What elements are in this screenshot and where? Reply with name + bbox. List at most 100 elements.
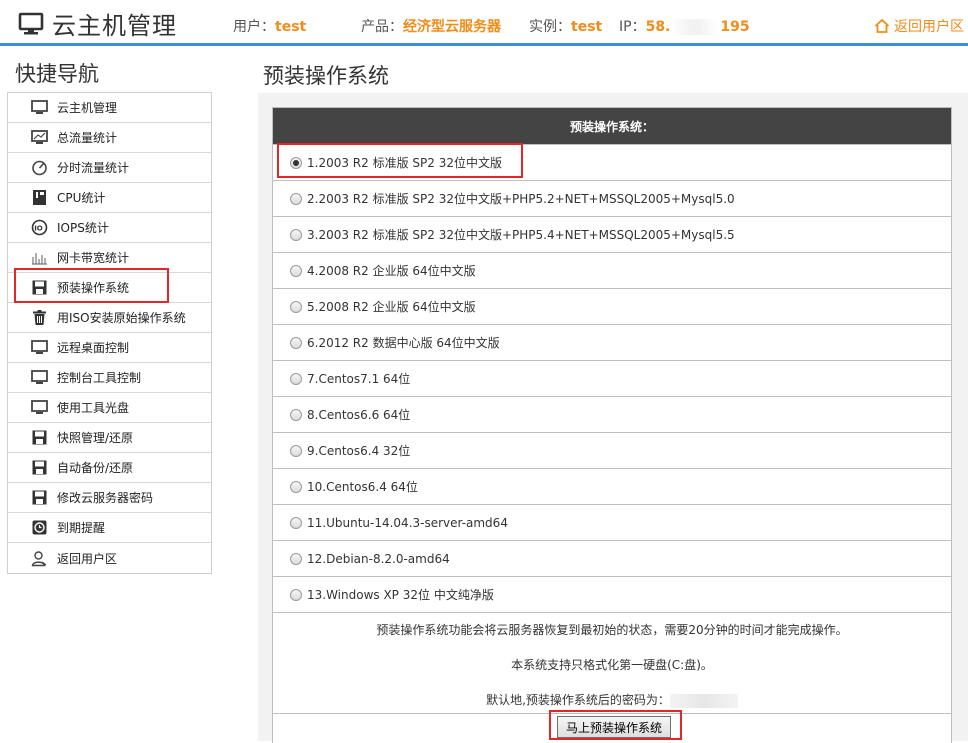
monitor-icon: [31, 370, 48, 384]
sidebar-item-total-traffic[interactable]: 总流量统计: [8, 123, 211, 153]
os-option-label: 4.2008 R2 企业版 64位中文版: [307, 264, 476, 278]
note-default-password: 默认地,预装操作系统后的密码为：: [273, 691, 951, 708]
floppy-icon: [32, 490, 47, 505]
os-option[interactable]: 4.2008 R2 企业版 64位中文版: [273, 252, 951, 288]
os-option[interactable]: 12.Debian-8.2.0-amd64: [273, 540, 951, 576]
action-row: 马上预装操作系统: [273, 713, 951, 743]
os-option-label: 8.Centos6.6 64位: [307, 408, 411, 422]
user-info: 用户：test: [233, 16, 306, 36]
sidebar-item-cpu-stats[interactable]: CPU统计: [8, 183, 211, 213]
sidebar-item-label: 云主机管理: [57, 101, 118, 115]
os-option-label: 10.Centos6.4 64位: [307, 480, 418, 494]
os-option-label: 6.2012 R2 数据中心版 64位中文版: [307, 336, 500, 350]
radio-button[interactable]: [290, 480, 302, 493]
os-option-label: 9.Centos6.4 32位: [307, 444, 411, 458]
sidebar-item-tool-disc[interactable]: 使用工具光盘: [8, 393, 211, 423]
note-restore-warning: 预装操作系统功能会将云服务器恢复到最初始的状态，需要20分钟的时间才能完成操作。: [376, 623, 848, 637]
sidebar-item-vm-management[interactable]: 云主机管理: [8, 93, 211, 123]
sidebar-item-auto-backup[interactable]: 自动备份/还原: [8, 453, 211, 483]
instance-info: 实例：test: [529, 16, 602, 36]
monitor-icon: [31, 340, 48, 354]
ip-redaction: [672, 19, 719, 35]
os-option-label: 5.2008 R2 企业版 64位中文版: [307, 300, 476, 314]
cpu-icon: [33, 190, 46, 205]
os-option[interactable]: 11.Ubuntu-14.04.3-server-amd64: [273, 504, 951, 540]
sidebar-item-iops-stats[interactable]: IO IOPS统计: [8, 213, 211, 243]
os-option[interactable]: 3.2003 R2 标准版 SP2 32位中文版+PHP5.4+NET+MSSQ…: [273, 216, 951, 252]
radio-button[interactable]: [290, 300, 302, 313]
sidebar-item-label: 用ISO安装原始操作系统: [57, 311, 186, 325]
os-option-label: 13.Windows XP 32位 中文纯净版: [307, 588, 494, 602]
os-option[interactable]: 9.Centos6.4 32位: [273, 432, 951, 468]
monitor-icon: [18, 12, 44, 34]
sidebar-item-label: 自动备份/还原: [57, 461, 134, 475]
sidebar-item-label: 总流量统计: [57, 131, 118, 145]
sidebar-item-remote-desktop[interactable]: 远程桌面控制: [8, 333, 211, 363]
os-option[interactable]: 5.2008 R2 企业版 64位中文版: [273, 288, 951, 324]
sidebar-nav: 云主机管理 总流量统计 分时流量统计 CPU统计 IO IOPS统计 网卡带宽统…: [7, 92, 212, 574]
ip-label: IP：: [619, 19, 646, 35]
radio-button[interactable]: [290, 336, 302, 349]
monitor-icon: [31, 400, 48, 414]
os-option-label: 12.Debian-8.2.0-amd64: [307, 551, 450, 566]
sidebar-item-change-password[interactable]: 修改云服务器密码: [8, 483, 211, 513]
ip-suffix: 195: [720, 19, 750, 35]
radio-button[interactable]: [290, 516, 302, 529]
user-label: 用户：: [233, 19, 275, 35]
instance-value: test: [571, 19, 603, 35]
os-selection-table: 预装操作系统： 1.2003 R2 标准版 SP2 32位中文版 2.2003 …: [272, 107, 952, 743]
sidebar-item-label: 网卡带宽统计: [57, 251, 130, 265]
gauge-icon: [32, 160, 47, 176]
table-header: 预装操作系统：: [273, 108, 951, 144]
os-option[interactable]: 2.2003 R2 标准版 SP2 32位中文版+PHP5.2+NET+MSSQ…: [273, 180, 951, 216]
radio-button[interactable]: [290, 192, 302, 205]
note-default-password-label: 默认地,预装操作系统后的密码为：: [486, 693, 670, 707]
os-option[interactable]: 1.2003 R2 标准版 SP2 32位中文版: [273, 144, 951, 180]
radio-button[interactable]: [290, 156, 302, 169]
radio-button[interactable]: [290, 228, 302, 241]
product-label: 产品：: [361, 19, 403, 35]
radio-button[interactable]: [290, 444, 302, 457]
monitor-icon: [31, 100, 48, 114]
os-option[interactable]: 8.Centos6.6 64位: [273, 396, 951, 432]
sidebar-item-console-tools[interactable]: 控制台工具控制: [8, 363, 211, 393]
back-link-label: 返回用户区: [894, 19, 964, 35]
svg-text:IO: IO: [34, 225, 43, 233]
page-title: 预装操作系统: [263, 64, 389, 88]
preinstall-os-submit-button[interactable]: 马上预装操作系统: [557, 716, 671, 738]
clock-icon: [32, 520, 47, 535]
ip-info: IP：58. 195: [619, 16, 750, 36]
sidebar-item-label: 返回用户区: [57, 551, 118, 566]
home-icon: [874, 18, 890, 33]
password-redaction: [669, 693, 738, 708]
sidebar-item-expiry-reminder[interactable]: 到期提醒: [8, 513, 211, 543]
radio-button[interactable]: [290, 408, 302, 421]
radio-button[interactable]: [290, 588, 302, 601]
os-option[interactable]: 6.2012 R2 数据中心版 64位中文版: [273, 324, 951, 360]
sidebar-item-nic-bandwidth[interactable]: 网卡带宽统计: [8, 243, 211, 273]
sidebar-item-label: 使用工具光盘: [57, 401, 130, 415]
sidebar-item-iso-install[interactable]: 用ISO安装原始操作系统: [8, 303, 211, 333]
sidebar-item-label: 预装操作系统: [57, 281, 130, 295]
os-option[interactable]: 13.Windows XP 32位 中文纯净版: [273, 576, 951, 612]
back-to-user-area-link[interactable]: 返回用户区: [874, 16, 964, 36]
os-option-label: 11.Ubuntu-14.04.3-server-amd64: [307, 515, 508, 530]
ip-prefix: 58.: [645, 19, 671, 35]
sidebar-item-label: 到期提醒: [57, 521, 106, 535]
floppy-icon: [32, 460, 47, 475]
sidebar-item-hourly-traffic[interactable]: 分时流量统计: [8, 153, 211, 183]
user-icon: [31, 550, 47, 566]
floppy-icon: [32, 430, 47, 445]
radio-button[interactable]: [290, 264, 302, 277]
sidebar-item-preinstall-os[interactable]: 预装操作系统: [8, 273, 211, 303]
radio-button[interactable]: [290, 552, 302, 565]
sidebar-item-label: 分时流量统计: [57, 161, 130, 175]
product-info: 产品：经济型云服务器: [361, 16, 501, 36]
sidebar-item-back-user-area[interactable]: 返回用户区: [8, 543, 211, 573]
sidebar-item-label: 修改云服务器密码: [57, 491, 154, 505]
notes-section: 预装操作系统功能会将云服务器恢复到最初始的状态，需要20分钟的时间才能完成操作。…: [273, 612, 951, 713]
radio-button[interactable]: [290, 372, 302, 385]
sidebar-item-snapshots[interactable]: 快照管理/还原: [8, 423, 211, 453]
os-option[interactable]: 10.Centos6.4 64位: [273, 468, 951, 504]
os-option[interactable]: 7.Centos7.1 64位: [273, 360, 951, 396]
